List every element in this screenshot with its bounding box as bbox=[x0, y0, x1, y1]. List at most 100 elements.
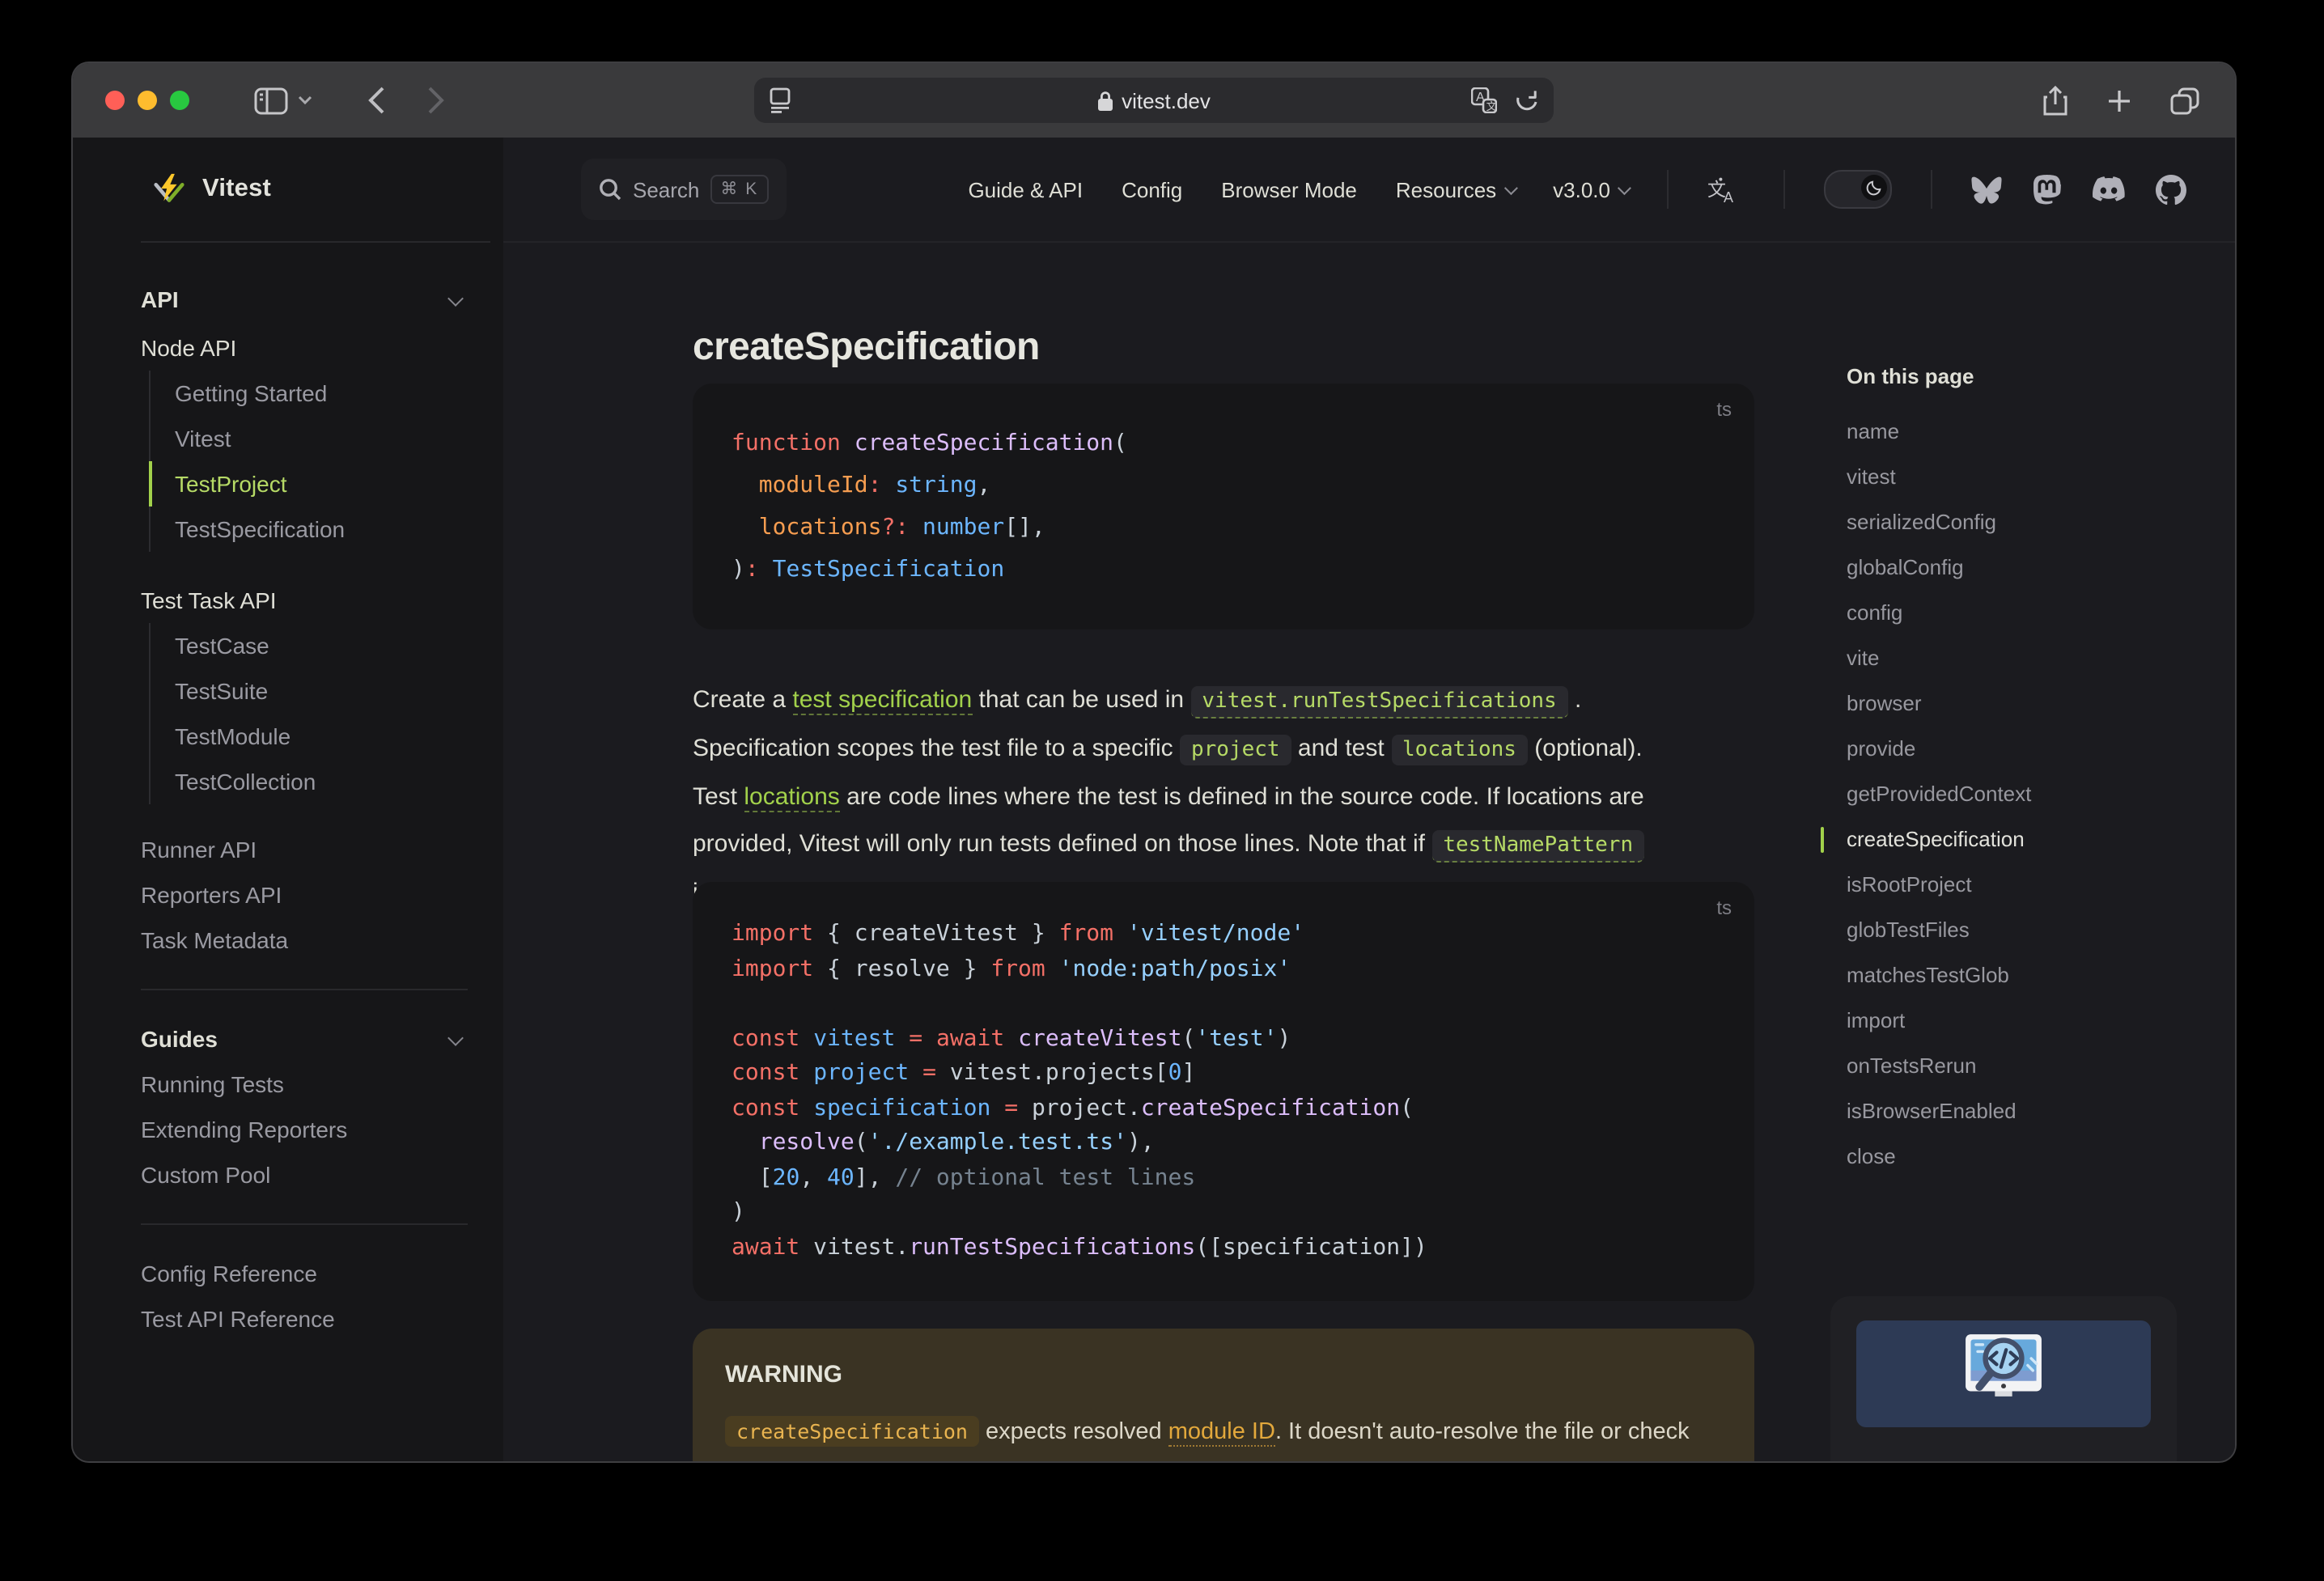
sidebar-item-api[interactable]: API bbox=[141, 277, 477, 322]
sidebar-item-getting-started[interactable]: Getting Started bbox=[149, 371, 477, 416]
sidebar-dropdown-chevron-icon[interactable] bbox=[298, 95, 312, 105]
nav-link-guide-api[interactable]: Guide & API bbox=[968, 177, 1083, 201]
docs-sidebar: Vitest API Node API Getting Started Vitest T… bbox=[73, 138, 503, 1461]
dark-mode-toggle[interactable] bbox=[1824, 170, 1892, 209]
inline-link[interactable]: vitest.runTestSpecifications bbox=[1190, 686, 1568, 718]
text-run: (optional). bbox=[1527, 735, 1643, 762]
chevron-down-icon bbox=[447, 1030, 464, 1046]
discord-icon[interactable] bbox=[2093, 176, 2125, 202]
text-run: that can be used in bbox=[972, 686, 1191, 714]
nav-separator bbox=[1667, 170, 1669, 209]
sidebar-item-running-tests[interactable]: Running Tests bbox=[141, 1062, 477, 1107]
toc-item-isbrowserenabled[interactable]: isBrowserEnabled bbox=[1847, 1089, 2211, 1134]
chevron-down-icon bbox=[1617, 181, 1631, 196]
sidebar-nav: API Node API Getting Started Vitest TestProj… bbox=[73, 241, 503, 1342]
code-line: locations?: number[], bbox=[732, 515, 1045, 540]
inline-code: createSpecification bbox=[725, 1416, 979, 1447]
sidebar-item-testsuite[interactable]: TestSuite bbox=[149, 668, 477, 714]
sidebar-item-guides[interactable]: Guides bbox=[141, 1016, 477, 1062]
inline-code: locations bbox=[1391, 735, 1528, 765]
sidebar-item-runner-api[interactable]: Runner API bbox=[141, 827, 477, 872]
toc-item-matchestestglob[interactable]: matchesTestGlob bbox=[1847, 953, 2211, 998]
sponsor-card[interactable] bbox=[1830, 1296, 2177, 1461]
sidebar-item-testcase[interactable]: TestCase bbox=[149, 623, 477, 668]
sidebar-item-custom-pool[interactable]: Custom Pool bbox=[141, 1152, 477, 1197]
toc-item-name[interactable]: name bbox=[1847, 409, 2211, 455]
toc-item-serializedconfig[interactable]: serializedConfig bbox=[1847, 500, 2211, 545]
bluesky-icon[interactable] bbox=[1971, 176, 2002, 203]
toc-item-getprovidedcontext[interactable]: getProvidedContext bbox=[1847, 772, 2211, 817]
sidebar-divider bbox=[141, 989, 468, 990]
share-icon[interactable] bbox=[2042, 85, 2068, 116]
sidebar-item-testproject[interactable]: TestProject bbox=[149, 461, 477, 507]
text-run: Test bbox=[693, 783, 744, 811]
search-button[interactable]: Search ⌘ K bbox=[581, 159, 787, 220]
nav-dropdown-version[interactable]: v3.0.0 bbox=[1553, 177, 1631, 201]
sidebar-item-test-api-reference[interactable]: Test API Reference bbox=[141, 1296, 477, 1342]
code-line: [20, 40], // optional test lines bbox=[732, 1164, 1196, 1190]
sidebar-item-vitest[interactable]: Vitest bbox=[149, 416, 477, 461]
text-run: . bbox=[1567, 686, 1582, 714]
page-content: Vitest API Node API Getting Started Vitest T… bbox=[73, 138, 2235, 1461]
toc-item-import[interactable]: import bbox=[1847, 998, 2211, 1044]
nav-dropdown-resources[interactable]: Resources bbox=[1396, 177, 1518, 201]
toc-item-provide[interactable]: provide bbox=[1847, 727, 2211, 772]
sidebar-item-config-reference[interactable]: Config Reference bbox=[141, 1251, 477, 1296]
sidebar-toggle-icon[interactable] bbox=[254, 87, 288, 114]
sidebar-item-task-metadata[interactable]: Task Metadata bbox=[141, 918, 477, 963]
sidebar-item-extending-reporters[interactable]: Extending Reporters bbox=[141, 1107, 477, 1152]
warning-callout: WARNING createSpecification expects reso… bbox=[693, 1329, 1754, 1461]
svg-text:A: A bbox=[1724, 189, 1733, 203]
reload-icon[interactable] bbox=[1515, 87, 1539, 113]
toc-item-createspecification[interactable]: createSpecification bbox=[1821, 817, 2211, 863]
toc-item-browser[interactable]: browser bbox=[1847, 681, 2211, 727]
social-links bbox=[1971, 174, 2186, 205]
browser-titlebar: vitest.dev A 文 bbox=[73, 63, 2235, 139]
toc-list: name vitest serializedConfig globalConfig co… bbox=[1821, 409, 2211, 1180]
github-icon[interactable] bbox=[2156, 174, 2186, 205]
code-search-illustration bbox=[1856, 1320, 2151, 1427]
nav-link-config[interactable]: Config bbox=[1122, 177, 1182, 201]
text-run: Specification scopes the test file to a … bbox=[693, 735, 1180, 762]
tab-overview-icon[interactable] bbox=[2170, 87, 2199, 114]
sidebar-item-reporters-api[interactable]: Reporters API bbox=[141, 872, 477, 918]
toc-item-ontestsrerun[interactable]: onTestsRerun bbox=[1847, 1044, 2211, 1089]
code-line: ) bbox=[732, 1199, 745, 1225]
nav-link-browser-mode[interactable]: Browser Mode bbox=[1221, 177, 1357, 201]
minimize-window-button[interactable] bbox=[138, 91, 157, 110]
sidebar-item-node-api[interactable]: Node API bbox=[141, 325, 477, 371]
zoom-window-button[interactable] bbox=[170, 91, 189, 110]
forward-button[interactable] bbox=[427, 86, 445, 115]
language-menu[interactable]: 文 A bbox=[1707, 176, 1745, 203]
sidebar-item-testspecification[interactable]: TestSpecification bbox=[149, 507, 477, 552]
code-line: const vitest = await createVitest('test'… bbox=[732, 1025, 1291, 1051]
sidebar-item-testcollection[interactable]: TestCollection bbox=[149, 759, 477, 804]
inline-link[interactable]: module ID bbox=[1168, 1419, 1275, 1447]
inline-link[interactable]: locations bbox=[744, 783, 840, 812]
document-scroll-area[interactable]: createSpecification ts function createSp… bbox=[503, 241, 2235, 1461]
sidebar-item-test-task-api[interactable]: Test Task API bbox=[141, 578, 477, 623]
toc-item-vitest[interactable]: vitest bbox=[1847, 455, 2211, 500]
text-run: expects resolved bbox=[979, 1419, 1168, 1445]
translate-icon[interactable]: A 文 bbox=[1471, 87, 1497, 113]
toc-item-globalconfig[interactable]: globalConfig bbox=[1847, 545, 2211, 591]
toc-item-close[interactable]: close bbox=[1847, 1134, 2211, 1180]
toc-item-config[interactable]: config bbox=[1847, 591, 2211, 636]
inline-link[interactable]: testNamePattern bbox=[1431, 830, 1645, 863]
sidebar-item-testmodule[interactable]: TestModule bbox=[149, 714, 477, 759]
code-line: await vitest.runTestSpecifications([spec… bbox=[732, 1234, 1427, 1260]
lock-icon bbox=[1097, 90, 1113, 111]
code-line: const project = vitest.projects[0] bbox=[732, 1060, 1196, 1086]
mastodon-icon[interactable] bbox=[2033, 174, 2062, 205]
toc-item-isrootproject[interactable]: isRootProject bbox=[1847, 863, 2211, 908]
site-logo[interactable]: Vitest bbox=[73, 138, 503, 241]
address-bar[interactable]: vitest.dev A 文 bbox=[754, 78, 1554, 123]
new-tab-icon[interactable] bbox=[2107, 88, 2131, 112]
toc-item-vite[interactable]: vite bbox=[1847, 636, 2211, 681]
back-button[interactable] bbox=[367, 86, 385, 115]
close-window-button[interactable] bbox=[105, 91, 125, 110]
reader-view-icon[interactable] bbox=[769, 87, 791, 113]
toc-item-globtestfiles[interactable]: globTestFiles bbox=[1847, 908, 2211, 953]
inline-link[interactable]: test specification bbox=[792, 686, 973, 715]
